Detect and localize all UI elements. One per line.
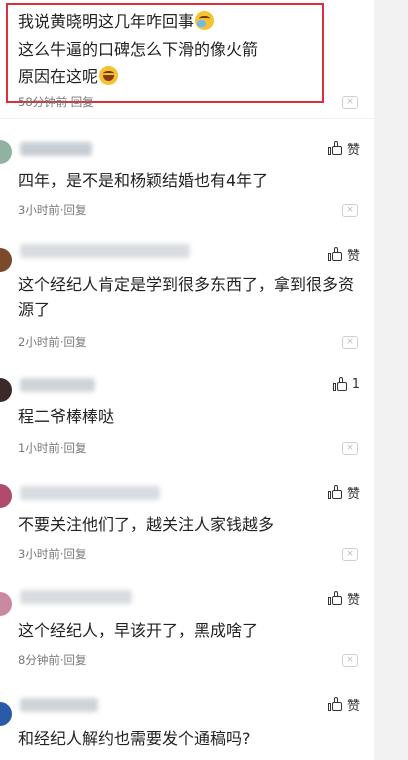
like-button[interactable]: 1 (332, 377, 360, 392)
thumbs-up-icon (327, 485, 343, 500)
comment-text: 这个经纪人肯定是学到很多东西了，拿到很多资源了 (18, 275, 355, 319)
reply-button[interactable]: 回复 (63, 441, 86, 455)
like-button[interactable]: 赞 (327, 245, 360, 264)
avatar[interactable] (0, 702, 12, 726)
avatar[interactable] (0, 484, 12, 508)
close-icon[interactable]: × (342, 336, 358, 349)
close-icon[interactable]: × (342, 96, 358, 109)
thumbs-up-icon (327, 247, 343, 262)
comment-text: 四年，是不是和杨颖结婚也有4年了 (18, 171, 269, 190)
close-icon[interactable]: × (342, 654, 358, 667)
reply-button[interactable]: 回复 (63, 653, 86, 667)
comment-meta: 1小时前·回复 (18, 441, 87, 455)
thumbs-up-icon (327, 591, 343, 606)
cry-laugh-icon (195, 11, 215, 30)
comment-list: 我说黄晓明这几年咋回事 这么牛逼的口碑怎么下滑的像火箭 原因在这呢 58分钟前·… (0, 0, 374, 760)
close-icon[interactable]: × (342, 548, 358, 561)
thumbs-up-icon (327, 697, 343, 712)
comment-line: 原因在这呢 (18, 63, 119, 87)
comment-meta: 2小时前·回复 (18, 335, 87, 349)
side-panel (374, 0, 408, 760)
username-blurred[interactable] (20, 590, 132, 604)
username-blurred[interactable] (20, 142, 92, 156)
like-button[interactable]: 赞 (327, 695, 360, 714)
username-blurred[interactable] (20, 698, 98, 712)
close-icon[interactable]: × (342, 204, 358, 217)
comment-time: 58分钟前 (18, 95, 68, 109)
comment-meta: 8分钟前·回复 (18, 653, 87, 667)
comment-meta: 3小时前·回复 (18, 203, 87, 217)
like-button[interactable]: 赞 (327, 589, 360, 608)
thumbs-up-icon (332, 377, 348, 392)
close-icon[interactable]: × (342, 442, 358, 455)
reply-button[interactable]: 回复 (63, 203, 86, 217)
reply-button[interactable]: 回复 (71, 95, 94, 109)
divider (0, 118, 374, 119)
thumbs-up-icon (327, 141, 343, 156)
username-blurred[interactable] (20, 378, 95, 392)
username-blurred[interactable] (20, 486, 160, 500)
comment-meta: 3小时前·回复 (18, 547, 87, 561)
laugh-icon (99, 66, 119, 85)
avatar[interactable] (0, 248, 12, 272)
like-button[interactable]: 赞 (327, 483, 360, 502)
username-blurred[interactable] (20, 244, 190, 258)
comment-text: 和经纪人解约也需要发个通稿吗? (18, 729, 251, 748)
like-button[interactable]: 赞 (327, 139, 360, 158)
comment-meta: 58分钟前·回复 (18, 95, 94, 109)
comment-line: 我说黄晓明这几年咋回事 (18, 8, 215, 32)
comment-text: 不要关注他们了，越关注人家钱越多 (18, 515, 275, 534)
reply-button[interactable]: 回复 (63, 335, 86, 349)
reply-button[interactable]: 回复 (63, 547, 86, 561)
comment-line: 这么牛逼的口碑怎么下滑的像火箭 (18, 40, 259, 59)
avatar[interactable] (0, 140, 12, 164)
avatar[interactable] (0, 378, 12, 402)
comment-text: 这个经纪人，早该开了，黑成啥了 (18, 621, 259, 640)
comment-text: 程二爷棒棒哒 (18, 407, 115, 426)
avatar[interactable] (0, 592, 12, 616)
